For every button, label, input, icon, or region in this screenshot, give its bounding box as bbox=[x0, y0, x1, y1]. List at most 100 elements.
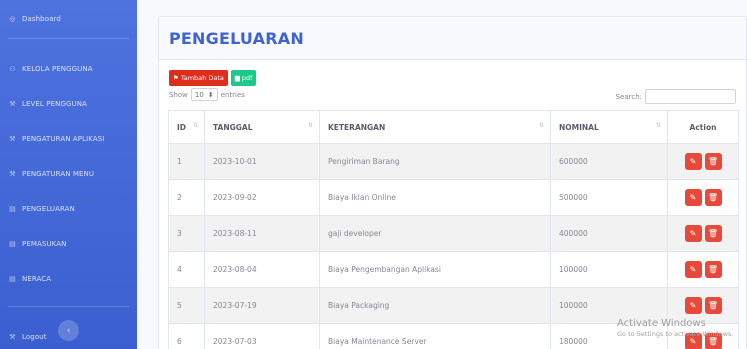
delete-button[interactable]: 🗑 bbox=[704, 189, 722, 206]
sidebar-item-kelola-pengguna[interactable]: ⚇ KELOLA PENGGUNA bbox=[0, 51, 137, 86]
add-data-label: Tambah Data bbox=[180, 74, 224, 82]
entries-control: Show 10 ⬍ entries bbox=[169, 88, 245, 101]
edit-button[interactable]: ✎ bbox=[684, 297, 702, 314]
sort-icon: ⇅ bbox=[655, 122, 661, 129]
wrench-icon: ⚒ bbox=[9, 169, 16, 178]
cell-nominal: 400000 bbox=[550, 215, 668, 252]
sidebar-item-neraca[interactable]: ▤ NERACA bbox=[0, 261, 137, 296]
chevron-left-icon: ‹ bbox=[66, 325, 71, 336]
sort-icon: ⇅ bbox=[307, 122, 313, 129]
page-title: PENGELUARAN bbox=[169, 28, 304, 48]
edit-icon: ✎ bbox=[689, 301, 697, 310]
trash-icon: 🗑 bbox=[707, 229, 719, 238]
sidebar-item-label: Dashboard bbox=[22, 15, 61, 23]
sort-icon: ⇅ bbox=[538, 122, 544, 129]
edit-icon: ✎ bbox=[689, 229, 697, 238]
column-header-keterangan[interactable]: KETERANGAN ⇅ bbox=[319, 110, 551, 144]
sidebar-item-label: NERACA bbox=[22, 274, 52, 283]
sidebar-divider bbox=[8, 306, 129, 307]
data-table: ID ⇅ TANGGAL ⇅ KETERANGAN ⇅ NOMINAL ⇅ Ac… bbox=[168, 110, 739, 349]
cell-id: 3 bbox=[168, 215, 205, 252]
edit-icon: ✎ bbox=[689, 337, 697, 346]
header-label: NOMINAL bbox=[559, 122, 599, 132]
users-icon: ⚇ bbox=[9, 64, 16, 73]
delete-button[interactable]: 🗑 bbox=[704, 225, 722, 242]
sidebar-item-pengaturan-menu[interactable]: ⚒ PENGATURAN MENU bbox=[0, 156, 137, 191]
content-card: PENGELUARAN ⚑ Tambah Data ▆ pdf Show 10 … bbox=[158, 16, 747, 349]
sidebar-item-level-pengguna[interactable]: ⚒ LEVEL PENGGUNA bbox=[0, 86, 137, 121]
watermark-line1: Activate Windows bbox=[617, 318, 706, 329]
wrench-icon: ⚒ bbox=[9, 99, 16, 108]
file-icon: ▆ bbox=[234, 74, 240, 82]
cell-id: 6 bbox=[168, 323, 205, 349]
pdf-label: pdf bbox=[241, 74, 253, 82]
table-row: 1 2023-10-01 Pengiriman Barang 600000 ✎ 🗑 bbox=[168, 143, 739, 180]
sidebar-item-dashboard[interactable]: ◎ Dashboard bbox=[0, 0, 137, 38]
cell-id: 1 bbox=[168, 143, 205, 180]
show-label: Show bbox=[169, 90, 188, 99]
entries-value: 10 bbox=[194, 90, 204, 99]
search-input[interactable] bbox=[645, 89, 736, 104]
cell-action: ✎ 🗑 bbox=[667, 251, 739, 288]
sidebar-item-pengaturan-aplikasi[interactable]: ⚒ PENGATURAN APLIKASI bbox=[0, 121, 137, 156]
cell-keterangan: Biaya Pengembangan Aplikasi bbox=[319, 251, 551, 288]
card-header: PENGELUARAN bbox=[159, 17, 746, 60]
delete-button[interactable]: 🗑 bbox=[704, 153, 722, 170]
wrench-icon: ⚒ bbox=[9, 332, 16, 341]
cell-id: 5 bbox=[168, 287, 205, 324]
edit-icon: ✎ bbox=[689, 157, 697, 166]
cell-tanggal: 2023-09-02 bbox=[204, 179, 320, 216]
trash-icon: 🗑 bbox=[707, 301, 719, 310]
cell-keterangan: Biaya Packaging bbox=[319, 287, 551, 324]
wrench-icon: ⚒ bbox=[9, 134, 16, 143]
trash-icon: 🗑 bbox=[707, 265, 719, 274]
sidebar-item-label: PENGELUARAN bbox=[22, 204, 75, 213]
header-label: ID bbox=[177, 122, 187, 132]
add-data-button[interactable]: ⚑ Tambah Data bbox=[169, 70, 228, 86]
sidebar-item-label: LEVEL PENGGUNA bbox=[22, 99, 87, 108]
table-icon: ▤ bbox=[9, 239, 16, 248]
edit-button[interactable]: ✎ bbox=[684, 261, 702, 278]
sidebar-item-label: Logout bbox=[22, 332, 47, 341]
edit-icon: ✎ bbox=[689, 193, 697, 202]
column-header-tanggal[interactable]: TANGGAL ⇅ bbox=[204, 110, 320, 144]
entries-select[interactable]: 10 ⬍ bbox=[190, 88, 218, 101]
pdf-button[interactable]: ▆ pdf bbox=[230, 70, 257, 86]
table-row: 3 2023-08-11 gaji developer 400000 ✎ 🗑 bbox=[168, 215, 739, 252]
column-header-nominal[interactable]: NOMINAL ⇅ bbox=[550, 110, 668, 144]
cell-nominal: 600000 bbox=[550, 143, 668, 180]
sidebar-item-label: PENGATURAN APLIKASI bbox=[22, 134, 105, 143]
cell-keterangan: Pengiriman Barang bbox=[319, 143, 551, 180]
cell-keterangan: Biaya Iklan Online bbox=[319, 179, 551, 216]
sidebar-item-label: PEMASUKAN bbox=[22, 239, 67, 248]
table-row: 4 2023-08-04 Biaya Pengembangan Aplikasi 10… bbox=[168, 251, 739, 288]
cell-id: 4 bbox=[168, 251, 205, 288]
table-header-row: ID ⇅ TANGGAL ⇅ KETERANGAN ⇅ NOMINAL ⇅ Ac… bbox=[168, 110, 739, 144]
trash-icon: 🗑 bbox=[707, 193, 719, 202]
cell-keterangan: gaji developer bbox=[319, 215, 551, 252]
sidebar-item-label: KELOLA PENGGUNA bbox=[22, 64, 93, 73]
edit-button[interactable]: ✎ bbox=[684, 225, 702, 242]
edit-button[interactable]: ✎ bbox=[684, 153, 702, 170]
sidebar-toggle-button[interactable]: ‹ bbox=[58, 320, 79, 341]
cell-action: ✎ 🗑 bbox=[667, 215, 739, 252]
flag-icon: ⚑ bbox=[173, 74, 179, 82]
cell-action: ✎ 🗑 bbox=[667, 179, 739, 216]
column-header-id[interactable]: ID ⇅ bbox=[168, 110, 205, 144]
sidebar-divider bbox=[8, 38, 129, 39]
windows-activation-watermark: Activate Windows Go to Settings to activ… bbox=[617, 318, 733, 338]
table-icon: ▤ bbox=[9, 274, 16, 283]
sidebar: ◎ Dashboard ⚇ KELOLA PENGGUNA ⚒ LEVEL PE… bbox=[0, 0, 137, 349]
cell-tanggal: 2023-07-03 bbox=[204, 323, 320, 349]
trash-icon: 🗑 bbox=[707, 157, 719, 166]
sidebar-item-pemasukan[interactable]: ▤ PEMASUKAN bbox=[0, 226, 137, 261]
delete-button[interactable]: 🗑 bbox=[704, 297, 722, 314]
sort-arrows-icon: ⬍ bbox=[207, 90, 214, 99]
cell-nominal: 500000 bbox=[550, 179, 668, 216]
trash-icon: 🗑 bbox=[707, 337, 719, 346]
sidebar-item-pengeluaran[interactable]: ▤ PENGELUARAN bbox=[0, 191, 137, 226]
table-icon: ▤ bbox=[9, 204, 16, 213]
delete-button[interactable]: 🗑 bbox=[704, 261, 722, 278]
cell-tanggal: 2023-08-11 bbox=[204, 215, 320, 252]
edit-button[interactable]: ✎ bbox=[684, 189, 702, 206]
